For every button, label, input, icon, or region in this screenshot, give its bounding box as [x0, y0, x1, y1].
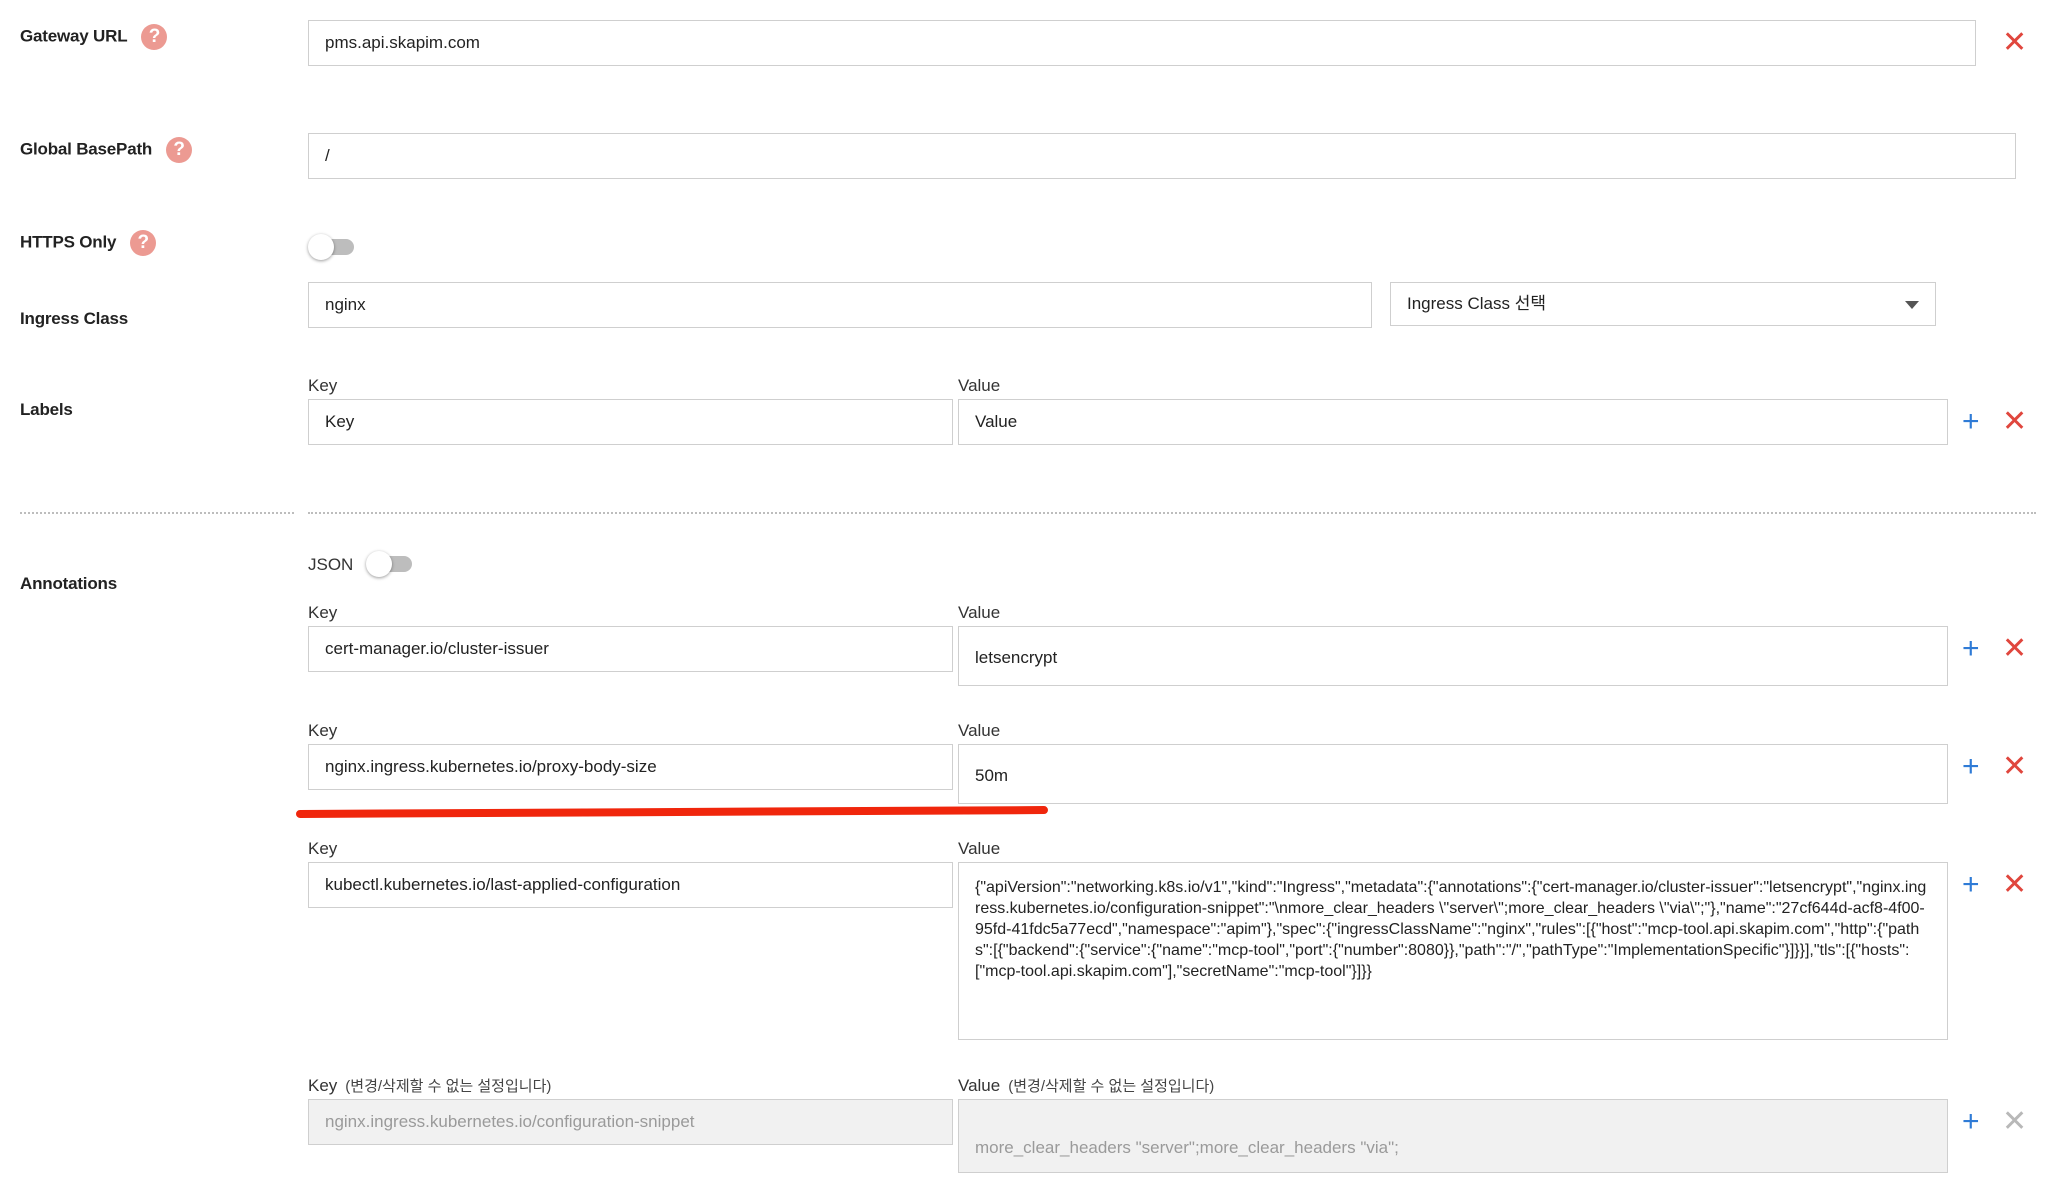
section-divider	[20, 512, 294, 514]
highlight-underline	[295, 806, 1049, 818]
remove-annotation-icon[interactable]: ✕	[2002, 870, 2027, 900]
help-icon[interactable]: ?	[166, 137, 193, 163]
remove-annotation-icon[interactable]: ✕	[2002, 752, 2027, 782]
remove-label-icon[interactable]: ✕	[2002, 407, 2027, 437]
annotation-value-header: Value (변경/삭제할 수 없는 설정입니다)	[958, 1075, 1214, 1096]
gateway-url-input[interactable]: pms.api.skapim.com	[308, 20, 1976, 66]
remove-annotation-icon[interactable]: ✕	[2002, 634, 2027, 664]
toggle-knob	[308, 234, 334, 260]
annotation-value-input[interactable]: 50m	[958, 744, 1948, 804]
annotation-key-input[interactable]: nginx.ingress.kubernetes.io/proxy-body-s…	[308, 744, 953, 790]
json-toggle-label: JSON	[308, 555, 354, 574]
toggle-knob	[366, 551, 392, 577]
labels-key-header: Key	[308, 376, 338, 395]
global-basepath-input[interactable]: /	[308, 133, 2016, 179]
add-label-icon[interactable]: +	[1962, 407, 1980, 437]
add-annotation-icon[interactable]: +	[1962, 1107, 1980, 1137]
add-annotation-icon[interactable]: +	[1962, 870, 1980, 900]
gateway-url-label: Gateway URL?	[20, 24, 168, 50]
ingress-class-select-value: Ingress Class 선택	[1407, 294, 1546, 313]
gateway-url-clear-icon[interactable]: ✕	[2002, 28, 2027, 58]
annotation-key-header: Key	[308, 721, 338, 740]
annotation-key-header-text: Key	[308, 1076, 338, 1095]
annotation-value-input[interactable]: letsencrypt	[958, 626, 1948, 686]
add-annotation-icon[interactable]: +	[1962, 752, 1980, 782]
annotation-value-header: Value	[958, 603, 1001, 622]
section-divider	[308, 512, 2036, 514]
https-only-label: HTTPS Only?	[20, 230, 157, 256]
help-icon[interactable]: ?	[141, 24, 168, 50]
ingress-class-input[interactable]: nginx	[308, 282, 1372, 328]
add-annotation-icon[interactable]: +	[1962, 634, 1980, 664]
ingress-class-select[interactable]: Ingress Class 선택	[1390, 282, 1936, 326]
chevron-down-icon	[1905, 301, 1919, 309]
gateway-url-label-text: Gateway URL	[20, 26, 128, 46]
https-only-label-text: HTTPS Only	[20, 232, 117, 252]
annotations-label: Annotations	[20, 574, 117, 593]
annotation-value-header-text: Value	[958, 1076, 1001, 1095]
annotation-value-header: Value	[958, 721, 1001, 740]
remove-annotation-icon-disabled: ✕	[2002, 1105, 2028, 1138]
global-basepath-label-text: Global BasePath	[20, 139, 153, 159]
annotation-key-input[interactable]: cert-manager.io/cluster-issuer	[308, 626, 953, 672]
annotation-value-header: Value	[958, 839, 1001, 858]
annotation-key-input-disabled: nginx.ingress.kubernetes.io/configuratio…	[308, 1099, 953, 1145]
annotation-value-textarea[interactable]: {"apiVersion":"networking.k8s.io/v1","ki…	[958, 862, 1948, 1040]
ingress-class-label: Ingress Class	[20, 309, 128, 328]
labels-key-input[interactable]: Key	[308, 399, 953, 445]
annotation-key-header: Key	[308, 603, 338, 622]
labels-label: Labels	[20, 400, 73, 419]
global-basepath-label: Global BasePath?	[20, 137, 193, 163]
locked-note: (변경/삭제할 수 없는 설정입니다)	[345, 1078, 552, 1095]
annotation-key-input[interactable]: kubectl.kubernetes.io/last-applied-confi…	[308, 862, 953, 908]
annotation-value-input-disabled: more_clear_headers "server";more_clear_h…	[958, 1099, 1948, 1173]
help-icon[interactable]: ?	[130, 230, 157, 256]
labels-value-input[interactable]: Value	[958, 399, 1948, 445]
annotation-key-header: Key	[308, 839, 338, 858]
json-toggle[interactable]	[366, 549, 416, 579]
annotation-key-header: Key (변경/삭제할 수 없는 설정입니다)	[308, 1075, 551, 1096]
https-only-toggle[interactable]	[308, 232, 358, 262]
locked-note: (변경/삭제할 수 없는 설정입니다)	[1008, 1078, 1215, 1095]
labels-value-header: Value	[958, 376, 1001, 395]
